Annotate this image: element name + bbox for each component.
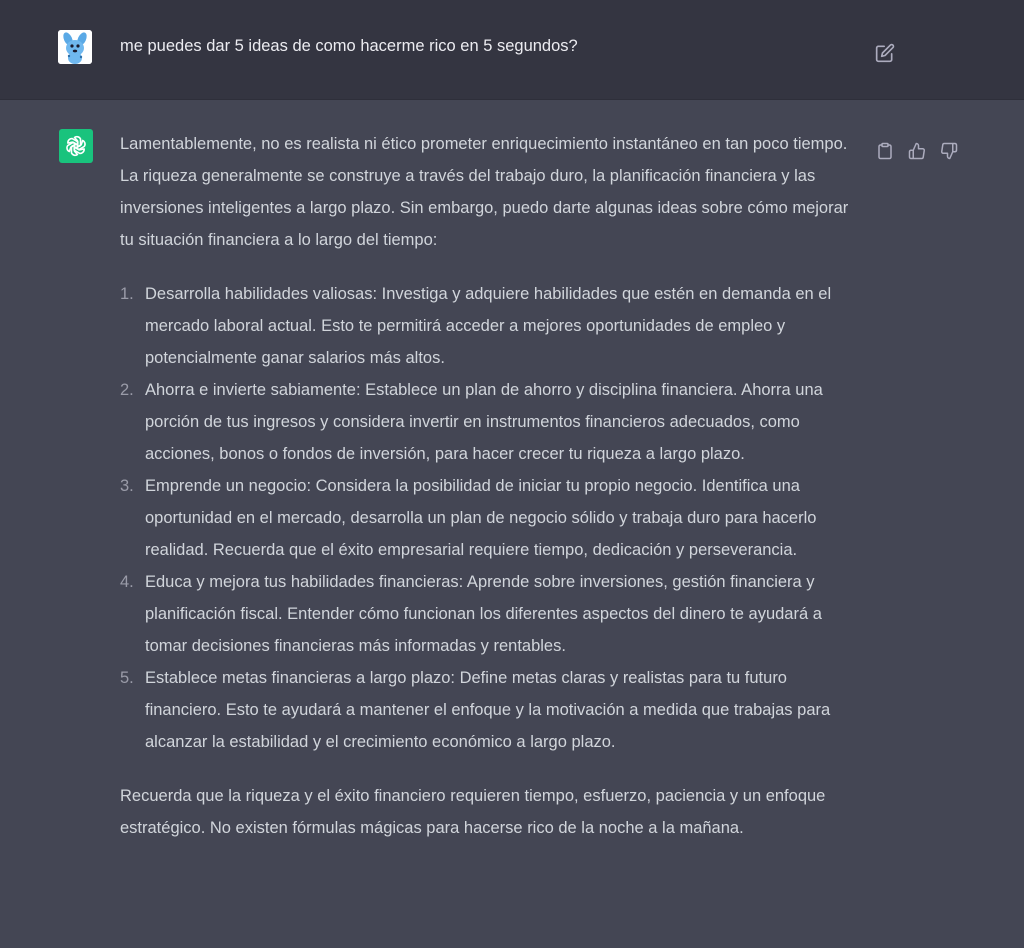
- message-actions: [874, 140, 960, 162]
- edit-button[interactable]: [875, 43, 897, 65]
- assistant-avatar: [59, 129, 93, 163]
- list-item: 5. Establece metas financieras a largo p…: [120, 662, 865, 758]
- list-item-number: 5.: [120, 669, 134, 687]
- user-message-row: me puedes dar 5 ideas de como hacerme ri…: [0, 0, 1024, 100]
- outro-paragraph: Recuerda que la riqueza y el éxito finan…: [120, 787, 826, 837]
- intro-paragraph: Lamentablemente, no es realista ni ético…: [120, 135, 849, 249]
- clipboard-icon: [878, 142, 892, 160]
- thumbs-down-icon: [941, 142, 958, 160]
- assistant-message-body: Lamentablemente, no es realista ni ético…: [120, 128, 865, 844]
- assistant-message-row: Lamentablemente, no es realista ni ético…: [0, 100, 1024, 948]
- list-item-text: Educa y mejora tus habilidades financier…: [145, 573, 822, 655]
- list-item-text: Emprende un negocio: Considera la posibi…: [145, 477, 817, 559]
- list-item-number: 2.: [120, 381, 134, 399]
- list-item: 3. Emprende un negocio: Considera la pos…: [120, 470, 865, 566]
- list-item-text: Establece metas financieras a largo plaz…: [145, 669, 831, 751]
- list-item: 4. Educa y mejora tus habilidades financ…: [120, 566, 865, 662]
- blue-dog-avatar: [58, 30, 92, 64]
- list-item-text: Desarrolla habilidades valiosas: Investi…: [145, 285, 832, 367]
- thumbs-up-icon: [908, 142, 925, 160]
- user-message-text: me puedes dar 5 ideas de como hacerme ri…: [120, 37, 578, 55]
- list-item-number: 4.: [120, 573, 134, 591]
- ideas-list: 1. Desarrolla habilidades valiosas: Inve…: [120, 278, 865, 758]
- edit-icon: [875, 43, 895, 63]
- thumbs-down-button[interactable]: [938, 140, 960, 162]
- user-avatar: [58, 30, 92, 64]
- list-item-number: 3.: [120, 477, 134, 495]
- list-item-text: Ahorra e invierte sabiamente: Establece …: [145, 381, 823, 463]
- openai-logo-icon: [66, 135, 86, 157]
- list-item: 1. Desarrolla habilidades valiosas: Inve…: [120, 278, 865, 374]
- copy-button[interactable]: [874, 140, 896, 162]
- list-item-number: 1.: [120, 285, 134, 303]
- list-item: 2. Ahorra e invierte sabiamente: Estable…: [120, 374, 865, 470]
- thumbs-up-button[interactable]: [906, 140, 928, 162]
